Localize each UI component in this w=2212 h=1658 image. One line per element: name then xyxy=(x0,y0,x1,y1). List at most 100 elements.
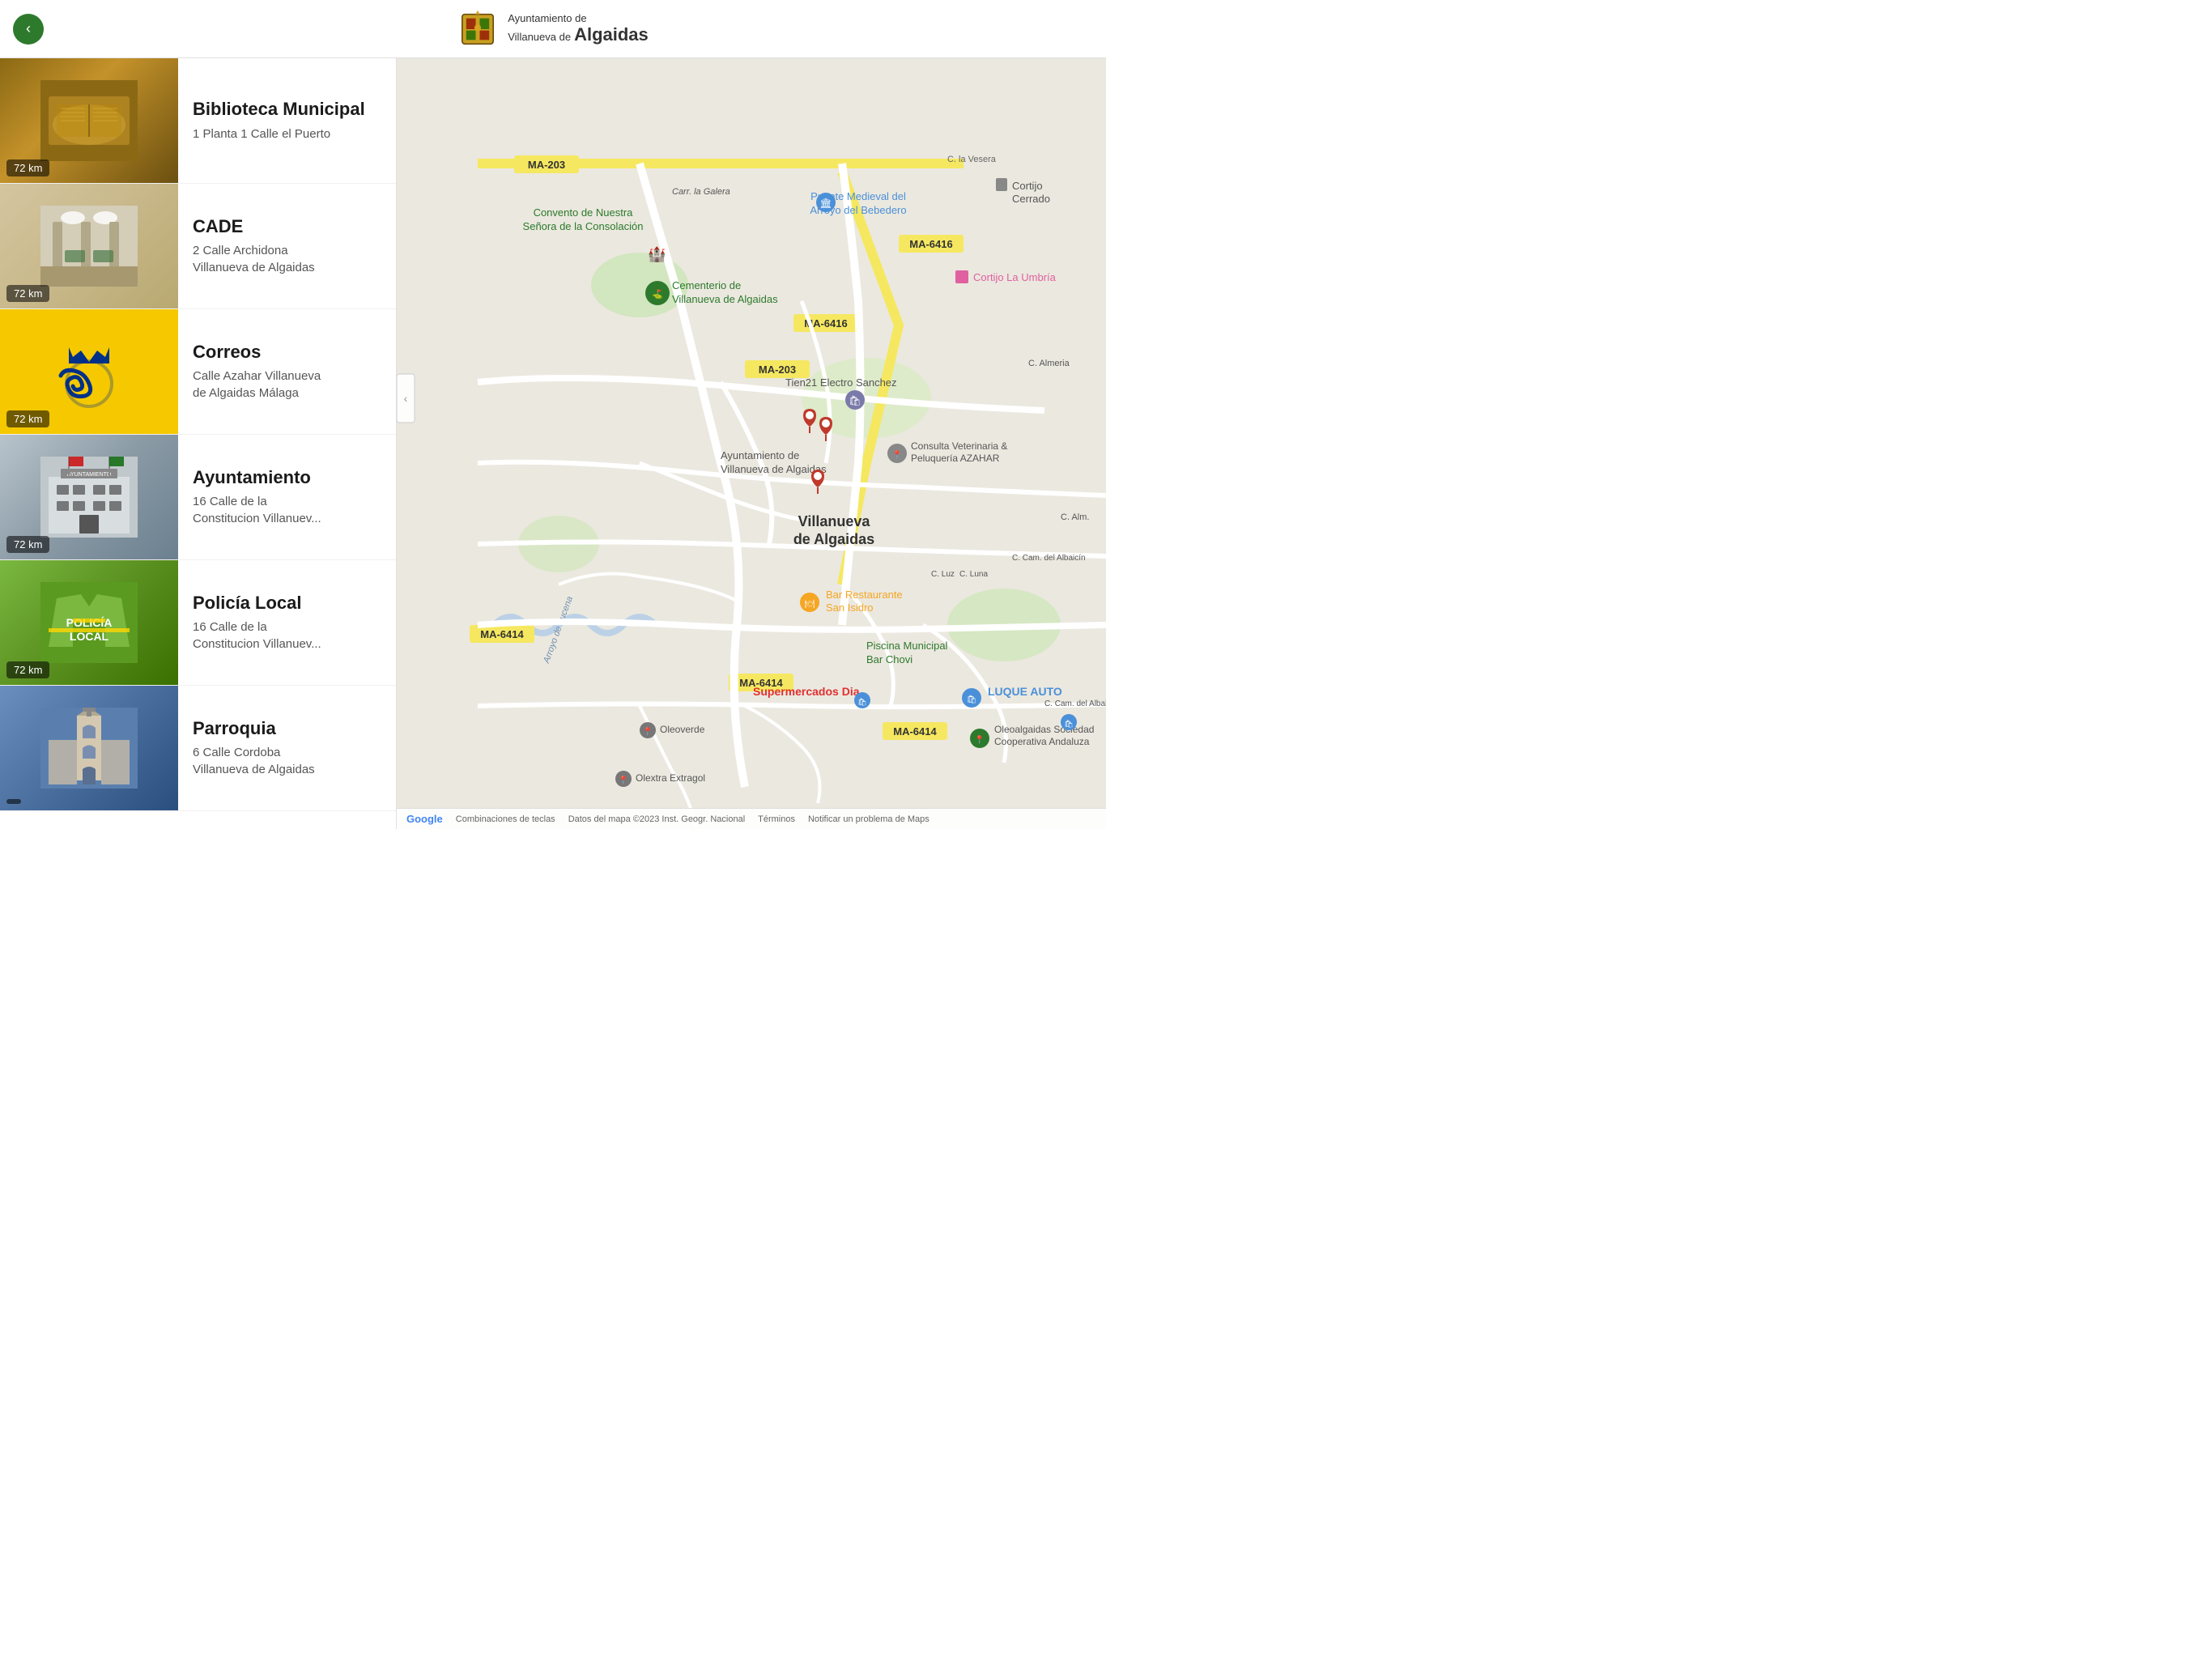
svg-text:C. la Vesera: C. la Vesera xyxy=(947,155,997,164)
svg-text:MA-6414: MA-6414 xyxy=(893,725,937,738)
list-item[interactable]: Parroquia 6 Calle Cordoba Villanueva de … xyxy=(0,686,396,811)
header: ‹ Ayuntamiento de Villanueva de Algaidas xyxy=(0,0,1106,58)
svg-text:C. Cam. del Albaicín: C. Cam. del Albaicín xyxy=(1044,699,1106,708)
svg-text:🛍: 🛍 xyxy=(967,695,977,704)
svg-text:Bar Chovi: Bar Chovi xyxy=(866,653,912,665)
header-algaidas: Algaidas xyxy=(574,24,649,45)
item-name: Ayuntamiento xyxy=(193,467,381,488)
svg-text:📍: 📍 xyxy=(975,734,985,745)
svg-text:C. Cam. del Albaicín: C. Cam. del Albaicín xyxy=(1012,554,1086,563)
svg-text:🛍: 🛍 xyxy=(857,698,866,706)
svg-text:Cortijo La Umbría: Cortijo La Umbría xyxy=(973,271,1057,283)
item-image-biblioteca: 72 km xyxy=(0,58,178,183)
list-item[interactable]: 72 km CADE 2 Calle Archidona Villanueva … xyxy=(0,184,396,309)
item-address: 1 Planta 1 Calle el Puerto xyxy=(193,125,381,142)
locations-list: 72 km Biblioteca Municipal 1 Planta 1 Ca… xyxy=(0,58,397,829)
svg-text:🛍: 🛍 xyxy=(849,395,861,406)
header-villanueva: Villanueva de xyxy=(508,31,571,44)
item-info-policia: Policía Local 16 Calle de la Constitucio… xyxy=(178,560,396,685)
svg-text:AYUNTAMIENTO: AYUNTAMIENTO xyxy=(67,472,112,478)
back-icon: ‹ xyxy=(26,20,31,37)
svg-text:Cementerio de: Cementerio de xyxy=(672,279,741,291)
item-image-policia: POLICÍA LOCAL 72 km xyxy=(0,560,178,685)
svg-text:⛳: ⛳ xyxy=(652,289,663,300)
svg-text:Olextra Extragol: Olextra Extragol xyxy=(636,772,705,784)
svg-text:Cerrado: Cerrado xyxy=(1012,193,1050,205)
svg-text:Cortijo: Cortijo xyxy=(1012,180,1043,192)
svg-text:Señora de la Consolación: Señora de la Consolación xyxy=(523,220,644,232)
item-address: 2 Calle Archidona Villanueva de Algaidas xyxy=(193,242,381,276)
svg-text:C. Luz: C. Luz xyxy=(931,570,955,579)
svg-text:Carr. la Galera: Carr. la Galera xyxy=(672,187,730,197)
svg-text:‹: ‹ xyxy=(404,392,408,405)
svg-text:📍: 📍 xyxy=(643,726,653,737)
terms-link[interactable]: Términos xyxy=(758,814,795,824)
item-address: 16 Calle de la Constitucion Villanuev... xyxy=(193,619,381,653)
main-content: 72 km Biblioteca Municipal 1 Planta 1 Ca… xyxy=(0,58,1106,829)
item-name: Correos xyxy=(193,342,381,363)
google-logo: Google xyxy=(406,813,443,825)
svg-text:Peluquería AZAHAR: Peluquería AZAHAR xyxy=(911,453,1000,464)
svg-text:Villanueva de Algaidas: Villanueva de Algaidas xyxy=(721,463,827,475)
svg-text:MA-203: MA-203 xyxy=(759,363,796,376)
svg-text:🏰: 🏰 xyxy=(648,246,666,262)
item-info-parroquia: Parroquia 6 Calle Cordoba Villanueva de … xyxy=(178,686,396,810)
map-view[interactable]: Arroyo de Lucena MA-203 MA-6416 MA-6416 … xyxy=(397,58,1106,829)
svg-text:Oleoalgaidas Sociedad: Oleoalgaidas Sociedad xyxy=(994,724,1094,735)
distance-badge: 72 km xyxy=(6,536,49,553)
logo-container: Ayuntamiento de Villanueva de Algaidas xyxy=(457,9,649,49)
svg-text:🏛: 🏛 xyxy=(819,198,832,209)
biblioteca-illustration xyxy=(40,80,138,161)
item-name: Biblioteca Municipal xyxy=(193,99,381,120)
svg-text:Cooperativa Andaluza: Cooperativa Andaluza xyxy=(994,736,1090,747)
item-image-parroquia xyxy=(0,686,178,810)
correos-illustration xyxy=(40,331,138,412)
item-name: CADE xyxy=(193,216,381,237)
map-data: Datos del mapa ©2023 Inst. Geogr. Nacion… xyxy=(568,814,745,824)
svg-text:Bar Restaurante: Bar Restaurante xyxy=(826,589,903,601)
item-address: Calle Azahar Villanueva de Algaidas Mála… xyxy=(193,368,381,402)
ayuntamiento-illustration: AYUNTAMIENTO xyxy=(40,457,138,538)
item-name: Policía Local xyxy=(193,593,381,614)
keyboard-shortcuts[interactable]: Combinaciones de teclas xyxy=(456,814,555,824)
item-info-ayuntamiento: Ayuntamiento 16 Calle de la Constitucion… xyxy=(178,435,396,559)
svg-text:MA-203: MA-203 xyxy=(528,159,565,171)
parroquia-illustration xyxy=(40,708,138,789)
header-text: Ayuntamiento de Villanueva de Algaidas xyxy=(508,12,649,46)
list-item[interactable]: AYUNTAMIENTO xyxy=(0,435,396,560)
item-info-biblioteca: Biblioteca Municipal 1 Planta 1 Calle el… xyxy=(178,58,396,183)
map-panel[interactable]: Arroyo de Lucena MA-203 MA-6416 MA-6416 … xyxy=(397,58,1106,829)
list-item[interactable]: 72 km Biblioteca Municipal 1 Planta 1 Ca… xyxy=(0,58,396,184)
svg-text:Supermercados Dia: Supermercados Dia xyxy=(753,685,860,698)
coat-of-arms-icon xyxy=(457,9,498,49)
distance-badge: 72 km xyxy=(6,285,49,302)
svg-text:de Algaidas: de Algaidas xyxy=(793,531,874,547)
policia-illustration: POLICÍA LOCAL xyxy=(40,582,138,663)
svg-text:📍: 📍 xyxy=(619,775,628,785)
svg-text:Villanueva de Algaidas: Villanueva de Algaidas xyxy=(672,293,778,305)
svg-text:C. Alm.: C. Alm. xyxy=(1061,512,1089,522)
svg-text:C. Luna: C. Luna xyxy=(959,570,988,579)
svg-text:Consulta Veterinaria &: Consulta Veterinaria & xyxy=(911,440,1007,452)
report-problem-link[interactable]: Notificar un problema de Maps xyxy=(808,814,929,824)
list-item[interactable]: 72 km Correos Calle Azahar Villanueva de… xyxy=(0,309,396,435)
svg-text:San Isidro: San Isidro xyxy=(826,602,874,614)
svg-text:Villanueva: Villanueva xyxy=(798,513,871,529)
svg-text:📍: 📍 xyxy=(892,449,902,460)
svg-text:C. Almeria: C. Almeria xyxy=(1028,359,1070,368)
distance-badge xyxy=(6,799,21,804)
svg-text:LUQUE AUTO: LUQUE AUTO xyxy=(988,685,1062,698)
svg-text:Oleoverde: Oleoverde xyxy=(660,724,705,735)
item-info-correos: Correos Calle Azahar Villanueva de Algai… xyxy=(178,309,396,434)
header-ayuntamiento: Ayuntamiento de xyxy=(508,12,649,25)
svg-text:MA-6416: MA-6416 xyxy=(909,238,952,250)
item-image-correos: 72 km xyxy=(0,309,178,434)
item-address: 6 Calle Cordoba Villanueva de Algaidas xyxy=(193,744,381,778)
item-address: 16 Calle de la Constitucion Villanuev... xyxy=(193,493,381,527)
svg-text:Convento de Nuestra: Convento de Nuestra xyxy=(534,206,634,219)
svg-text:🛍: 🛍 xyxy=(1064,720,1073,728)
svg-text:MA-6414: MA-6414 xyxy=(480,628,524,640)
svg-text:🍽: 🍽 xyxy=(805,599,815,609)
list-item[interactable]: POLICÍA LOCAL 72 km Policía Local 16 Cal… xyxy=(0,560,396,686)
back-button[interactable]: ‹ xyxy=(13,14,44,45)
